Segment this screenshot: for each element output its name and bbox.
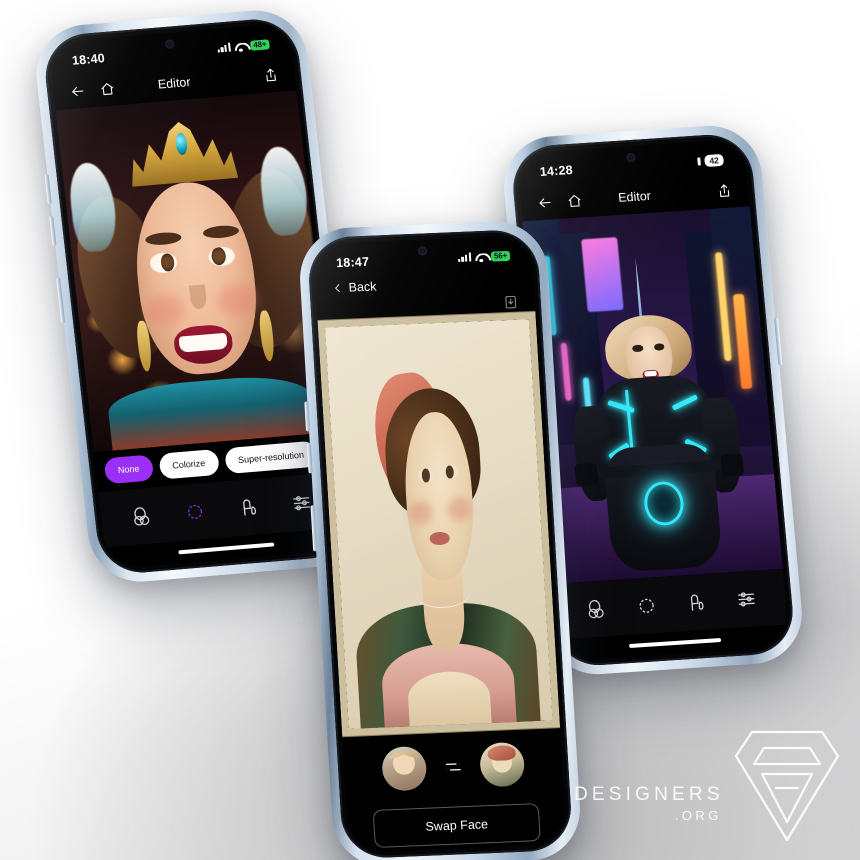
nav-right-group <box>262 67 280 84</box>
dotted-circle-enhance-icon[interactable] <box>635 594 659 617</box>
mockup-stage: 18:40 48+ Editor None Colorize Super-res… <box>0 0 860 860</box>
share-up-icon[interactable] <box>262 67 280 84</box>
status-time: 18:40 <box>71 51 106 68</box>
renaissance-painting-photo[interactable] <box>317 310 561 738</box>
dotted-circle-enhance-icon[interactable] <box>183 500 207 524</box>
avatar-row <box>343 740 563 793</box>
home-icon[interactable] <box>98 80 116 97</box>
tiara-portrait-photo[interactable] <box>55 90 336 453</box>
nav-right-group <box>502 294 519 313</box>
nav-right-group <box>716 182 733 199</box>
swap-arrows-icon[interactable] <box>442 756 465 777</box>
home-icon[interactable] <box>566 192 583 209</box>
status-indicators: 42 <box>697 153 725 168</box>
filter-chip-colorize[interactable]: Colorize <box>157 448 220 480</box>
wifi-icon <box>475 252 488 261</box>
status-indicators: 56+ <box>457 250 511 264</box>
nav-left-group <box>69 80 117 100</box>
ai-retouch-icon[interactable] <box>236 496 260 520</box>
battery-badge: 48+ <box>249 39 270 51</box>
watermark-line2: .ORG <box>674 808 722 823</box>
save-download-icon[interactable] <box>502 294 519 311</box>
face-swap-icon[interactable] <box>130 505 154 529</box>
source-avatar[interactable] <box>380 745 428 792</box>
photo-canvas <box>55 90 336 453</box>
signal-bar-min-icon <box>697 157 701 166</box>
arrow-left-icon[interactable] <box>536 194 553 211</box>
filter-chip-super-resolution[interactable]: Super-resolution <box>223 440 319 475</box>
watermark: DESIGNERS .ORG <box>574 724 854 846</box>
back-button[interactable]: Back <box>331 279 377 295</box>
back-label: Back <box>348 279 377 295</box>
swap-face-panel: Swap Face <box>342 728 568 854</box>
share-up-icon[interactable] <box>716 182 733 199</box>
signal-bars-icon <box>217 43 232 54</box>
watermark-line1: DESIGNERS <box>574 784 724 805</box>
photo-canvas <box>317 310 561 738</box>
adjust-sliders-icon[interactable] <box>734 588 758 611</box>
status-indicators: 48+ <box>217 39 270 54</box>
filter-chip-none[interactable]: None <box>103 454 154 485</box>
status-time: 18:47 <box>335 254 370 271</box>
battery-badge: 56+ <box>490 250 511 262</box>
phone-swap-face: 18:47 56+ Back Swap Face <box>297 219 583 860</box>
target-avatar[interactable] <box>478 741 526 788</box>
diamond-a-logo-icon <box>734 730 840 842</box>
swap-face-button[interactable]: Swap Face <box>372 803 541 848</box>
status-time: 14:28 <box>539 162 574 180</box>
wifi-icon <box>234 42 247 52</box>
battery-badge: 42 <box>703 153 725 168</box>
ai-retouch-icon[interactable] <box>685 591 709 614</box>
face-swap-icon[interactable] <box>585 597 609 620</box>
watermark-text: DESIGNERS .ORG <box>574 785 724 822</box>
phone-screen: 18:47 56+ Back Swap Face <box>312 234 568 854</box>
arrow-left-icon[interactable] <box>69 83 87 100</box>
nav-left-group <box>536 192 583 211</box>
